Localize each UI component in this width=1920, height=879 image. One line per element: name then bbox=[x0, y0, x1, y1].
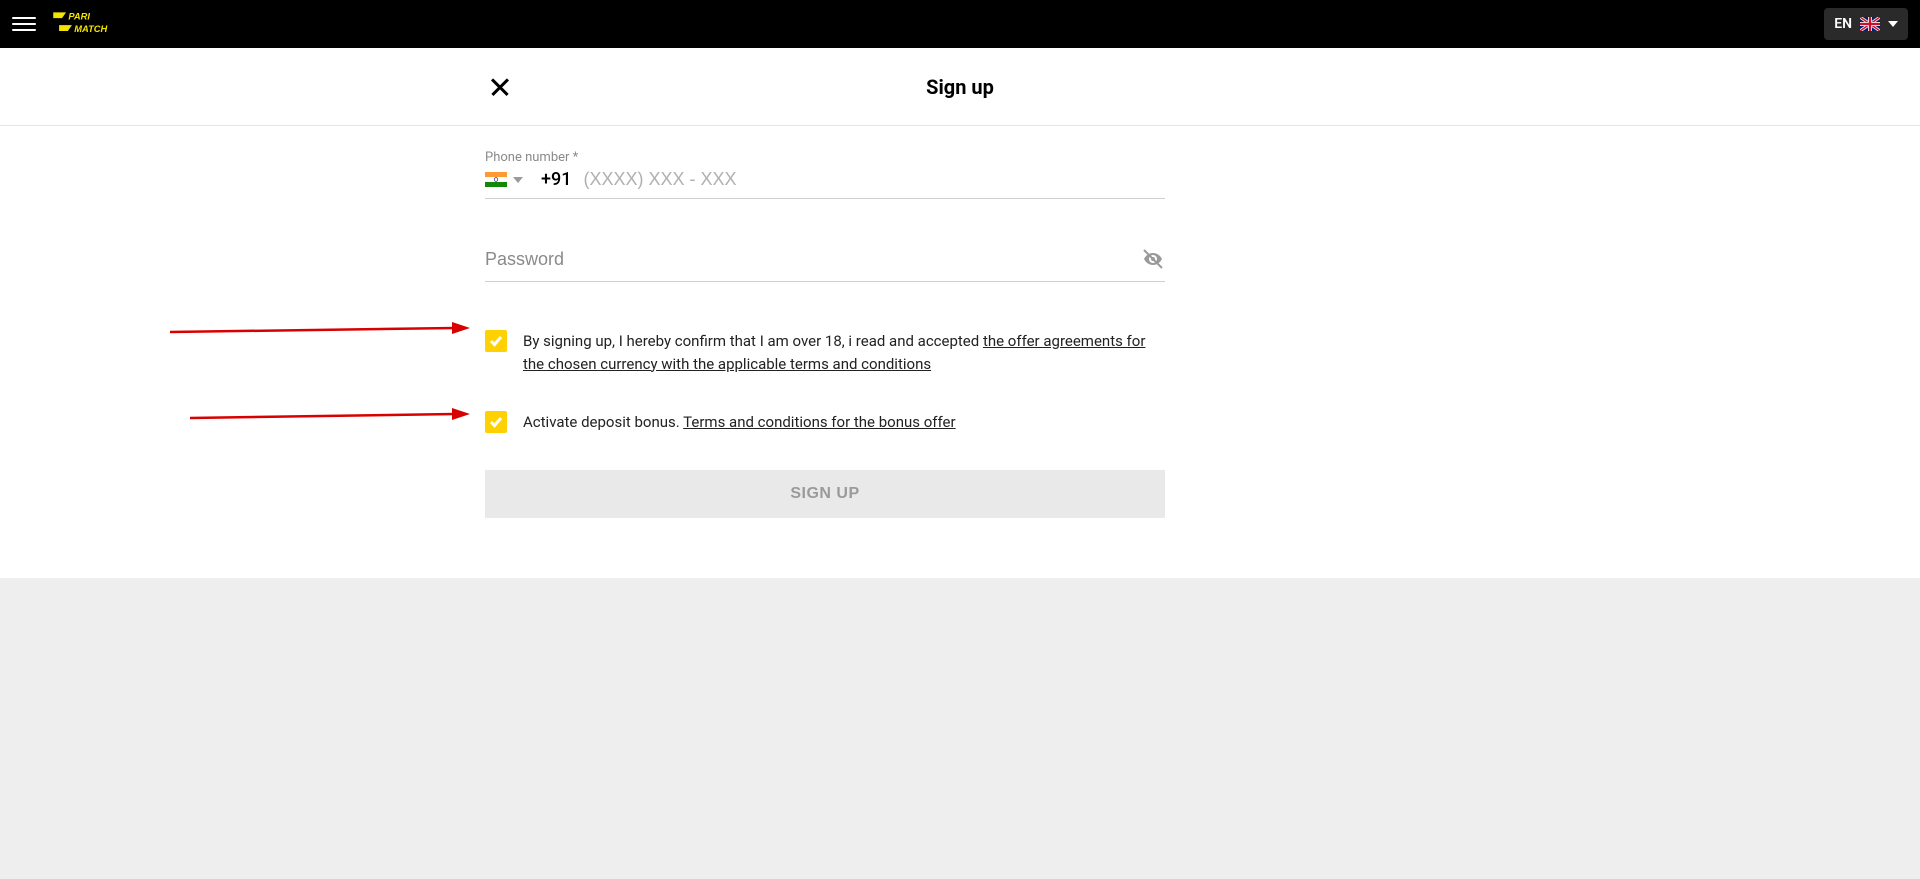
parimatch-logo[interactable]: PARI MATCH bbox=[52, 10, 142, 38]
password-row bbox=[485, 247, 1165, 282]
terms-text: By signing up, I hereby confirm that I a… bbox=[523, 330, 1165, 375]
top-bar: PARI MATCH EN bbox=[0, 0, 1920, 48]
bonus-text: Activate deposit bonus. Terms and condit… bbox=[523, 411, 956, 434]
topbar-left: PARI MATCH bbox=[12, 10, 142, 38]
chevron-down-icon bbox=[513, 177, 523, 183]
hamburger-menu-icon[interactable] bbox=[12, 12, 36, 36]
language-selector[interactable]: EN bbox=[1824, 8, 1908, 40]
password-input[interactable] bbox=[485, 249, 1141, 270]
password-field bbox=[485, 247, 1165, 282]
terms-text-prefix: By signing up, I hereby confirm that I a… bbox=[523, 332, 983, 350]
svg-text:MATCH: MATCH bbox=[74, 24, 107, 34]
modal-title-bar: Sign up bbox=[0, 48, 1920, 126]
close-icon[interactable] bbox=[490, 77, 510, 97]
uk-flag-icon bbox=[1860, 17, 1880, 31]
bonus-link[interactable]: Terms and conditions for the bonus offer bbox=[683, 413, 955, 431]
signup-form: Phone number * +91 bbox=[485, 150, 1165, 518]
toggle-password-visibility-icon[interactable] bbox=[1141, 247, 1165, 271]
phone-input[interactable] bbox=[583, 169, 1165, 190]
phone-row: +91 bbox=[485, 169, 1165, 199]
terms-checkbox[interactable] bbox=[485, 330, 507, 352]
page-title: Sign up bbox=[0, 75, 1920, 99]
india-flag-icon bbox=[485, 172, 507, 187]
terms-checkbox-row: By signing up, I hereby confirm that I a… bbox=[485, 330, 1165, 375]
bonus-text-prefix: Activate deposit bonus. bbox=[523, 413, 683, 431]
phone-label: Phone number * bbox=[485, 150, 1165, 165]
language-code: EN bbox=[1834, 16, 1852, 32]
signup-button[interactable]: SIGN UP bbox=[485, 470, 1165, 518]
chevron-down-icon bbox=[1888, 21, 1898, 27]
dial-code: +91 bbox=[541, 169, 571, 190]
svg-text:PARI: PARI bbox=[68, 11, 90, 21]
country-code-selector[interactable] bbox=[485, 172, 523, 187]
bonus-checkbox-row: Activate deposit bonus. Terms and condit… bbox=[485, 411, 1165, 434]
signup-form-container: Phone number * +91 bbox=[0, 126, 1920, 578]
phone-field: Phone number * +91 bbox=[485, 150, 1165, 199]
bonus-checkbox[interactable] bbox=[485, 411, 507, 433]
